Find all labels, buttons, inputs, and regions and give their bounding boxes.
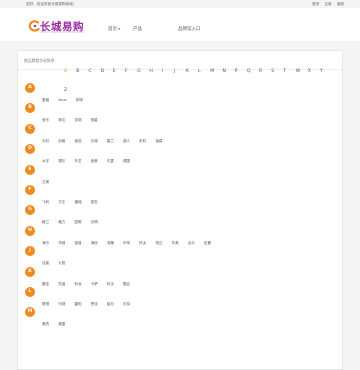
brand-group-g: G 格兰 格力 国美 光明 (18, 201, 344, 224)
letter-filter-r[interactable]: R (259, 69, 271, 74)
chevron-down-icon: ▼ (118, 27, 121, 31)
brand-group-e: E 艾美 (18, 161, 344, 184)
logo-icon[interactable] (27, 20, 40, 32)
service-link[interactable]: 客服 (337, 2, 344, 6)
letter-badge: D (25, 144, 35, 155)
nav-home[interactable]: 首页▼ (108, 26, 120, 32)
logo-subtitle: GREAT WALL E-SHOPPING MALL (41, 31, 85, 34)
brand-group-b: B 宝乐 奔达 百丽 宝星 (18, 99, 344, 122)
brand-group-h: H 海尔 华硕 惠普 海信 鸿雁 华帝 好太 恒达 华美 合众 宏碁 (18, 222, 344, 245)
letter-filter-n[interactable]: N (222, 69, 234, 74)
letter-filter-m[interactable]: M (210, 69, 222, 74)
letter-filter-q[interactable]: Q (247, 69, 259, 74)
letter-filter-d[interactable]: D (101, 69, 113, 74)
brand-group-l: L 联想 乐视 雷蛇 罗技 蓝月 乐扣 (18, 283, 344, 306)
top-links: 登录 注册 客服 (308, 2, 344, 7)
letter-filter-l[interactable]: L (198, 69, 210, 74)
brand-link[interactable]: 美菱 (58, 322, 65, 327)
letter-filter-label: 按品牌首字母排序： (24, 58, 59, 63)
letter-filter-h[interactable]: H (149, 69, 161, 74)
letter-filter-f[interactable]: F (125, 69, 137, 74)
brand-panel: 按品牌首字母排序： A B C D E F G H I J K L M N P Q R S T W X YZ A 爱普 Asu… (17, 50, 344, 370)
brand-group-k: K 康佳 凯迪 科龙 卡萨 科沃 酷比 (18, 263, 344, 286)
letter-filter-g[interactable]: G (137, 69, 149, 74)
letter-filter-t[interactable]: T (283, 69, 295, 74)
brand-group-d: D 大宇 德尔 东芝 迪美 东菱 德国 (18, 140, 344, 163)
letter-filter-j[interactable]: J (174, 69, 186, 74)
nav-product[interactable]: 产品 (133, 26, 142, 32)
brand-group-f: F 飞利 方正 福瑞 富安 (18, 181, 344, 204)
letter-filter-k[interactable]: K (186, 69, 198, 74)
letter-badge: K (25, 266, 35, 277)
letter-filter-e[interactable]: E (113, 69, 125, 74)
brand-group-j: J 佳能 九阳 (18, 242, 344, 265)
brand-group-c: C 长虹 创维 诚信 长城 春兰 超人 彩虹 宝森 (18, 120, 344, 143)
brand-group-a: A 爱普 Asus 安硕 (18, 79, 344, 102)
letter-badge: E (25, 164, 35, 175)
site-header: 长城易购 GREAT WALL E-SHOPPING MALL 首页▼ 产品 品… (0, 8, 360, 41)
nav-home-label: 首页 (108, 27, 117, 32)
letter-filter-i[interactable]: I (162, 69, 174, 74)
letter-badge: L (25, 287, 35, 297)
letter-filter-bar: 按品牌首字母排序： A B C D E F G H I J K L M N P Q R S T W X YZ (18, 51, 344, 93)
letter-filter-b[interactable]: B (76, 69, 88, 74)
register-link[interactable]: 注册 (324, 2, 331, 6)
letter-filter-y[interactable]: Y (320, 69, 332, 74)
letter-badge: M (25, 307, 35, 318)
nav-brand-hall[interactable]: 品牌馆入口 (178, 26, 201, 32)
letter-filter-c[interactable]: C (88, 69, 100, 74)
letter-badge: G (25, 205, 35, 216)
letter-filter-w[interactable]: W (296, 69, 308, 74)
letter-badge: H (25, 225, 35, 236)
brand-link[interactable]: 美的 (42, 322, 49, 327)
top-bar: 您好，欢迎来到长城易购商城！ 登录 注册 客服 (0, 0, 360, 8)
letter-filter-p[interactable]: P (235, 69, 247, 74)
welcome-text: 您好，欢迎来到长城易购商城！ (26, 2, 77, 6)
login-link[interactable]: 登录 (312, 2, 319, 6)
letter-badge: F (25, 185, 35, 195)
brand-list: 美的 美菱 (42, 310, 74, 329)
letter-badge: A (25, 83, 35, 93)
letter-filter-s[interactable]: S (271, 69, 283, 74)
letter-badge: B (25, 103, 35, 114)
letter-filter-a[interactable]: A (64, 69, 76, 74)
brand-group-m: M 美的 美菱 (18, 303, 344, 326)
letter-filter-x[interactable]: X (308, 69, 320, 74)
letter-badge: C (25, 123, 35, 134)
letter-badge: J (25, 246, 35, 257)
